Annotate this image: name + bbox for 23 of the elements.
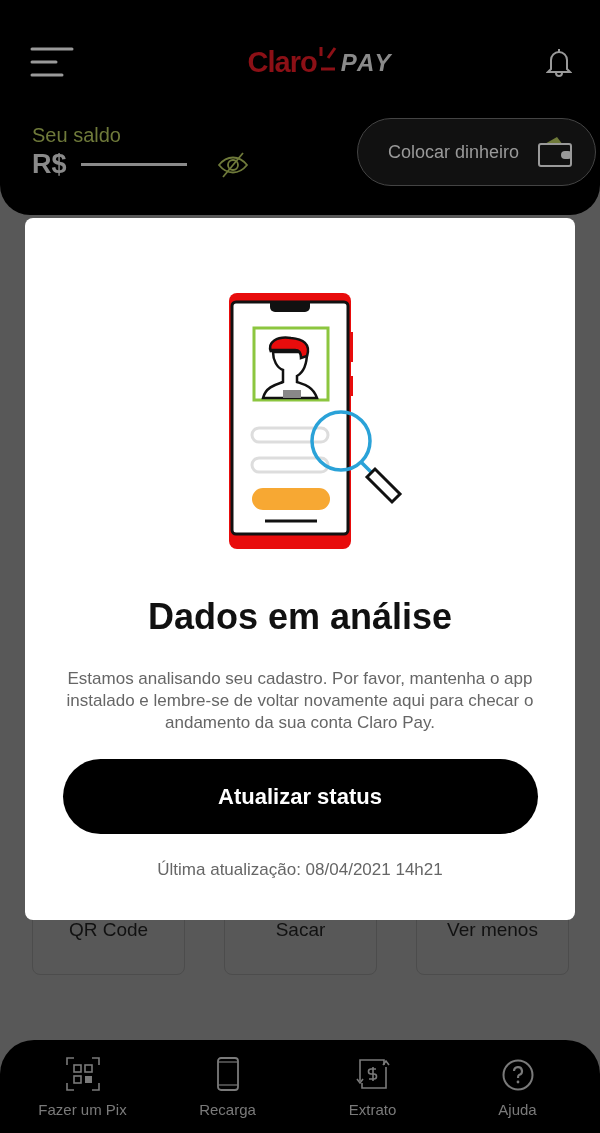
statement-icon [353,1057,392,1091]
nav-item[interactable]: Extrato [312,1040,433,1118]
help-icon [501,1059,534,1091]
tile-label: Ver menos [447,919,538,942]
tile-label: Sacar [275,919,326,942]
nav-item[interactable]: Recarga [167,1040,288,1118]
phone-icon [216,1057,239,1091]
dialog-title: Dados em análise [147,596,453,638]
notification-bell-icon[interactable] [546,47,572,77]
update-status-button[interactable]: Atualizar status [62,759,538,834]
logo: Claro PAY [247,45,393,79]
qr-code-icon [65,1057,100,1091]
eye-slash-icon[interactable] [216,151,249,178]
add-money-button[interactable]: Colocar dinheiro [356,118,596,186]
last-update-text: Última atualização: 08/04/2021 14h21 [157,860,443,880]
currency-symbol: R$ [32,149,67,180]
balance-label: Seu saldo [32,124,122,147]
menu-icon[interactable] [30,47,74,77]
dialog-message: Estamos analisando seu cadastro. Por favor, mantenha o app instalado e lembre-se de voltar novamente aqui para checar o andamento da sua conta Claro Pay. [65,668,535,734]
nav-item[interactable]: Fazer um Pix [22,1040,143,1118]
tile-label: QR Code [68,919,149,942]
wallet-icon [537,136,573,168]
nav-item[interactable]: Ajuda [457,1040,578,1118]
